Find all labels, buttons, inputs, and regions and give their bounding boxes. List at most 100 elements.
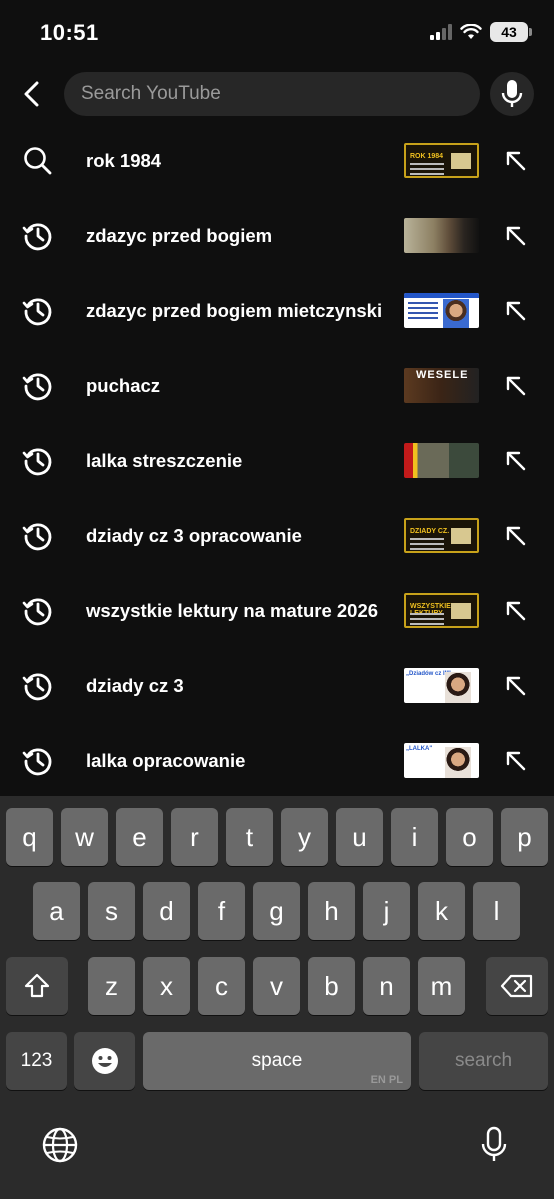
fill-query-arrow-icon[interactable]: [500, 445, 532, 477]
status-bar: 10:51 43: [0, 0, 554, 64]
key-j[interactable]: j: [363, 882, 410, 940]
numbers-key[interactable]: 123: [6, 1032, 67, 1090]
fill-query-arrow-icon[interactable]: [500, 595, 532, 627]
search-key[interactable]: search: [419, 1032, 548, 1090]
suggestion-thumbnail: [404, 218, 479, 253]
key-c[interactable]: c: [198, 957, 245, 1015]
key-h[interactable]: h: [308, 882, 355, 940]
fill-query-arrow-icon[interactable]: [500, 670, 532, 702]
key-k[interactable]: k: [418, 882, 465, 940]
key-a[interactable]: a: [33, 882, 80, 940]
emoji-icon: [91, 1048, 118, 1074]
suggestion-list: rok 1984 ROK 1984 zdazyc przed bogiem zd…: [0, 123, 554, 798]
key-z[interactable]: z: [88, 957, 135, 1015]
globe-key[interactable]: [40, 1125, 80, 1165]
key-e[interactable]: e: [116, 808, 163, 866]
key-l[interactable]: l: [473, 882, 520, 940]
key-o[interactable]: o: [446, 808, 493, 866]
suggestion-text: dziady cz 3: [86, 674, 184, 696]
history-icon: [22, 370, 54, 402]
suggestion-thumbnail: [404, 443, 479, 478]
fill-query-arrow-icon[interactable]: [500, 295, 532, 327]
suggestion-text: puchacz: [86, 374, 161, 396]
search-input[interactable]: [81, 83, 480, 105]
key-f[interactable]: f: [198, 882, 245, 940]
shift-icon: [24, 973, 50, 998]
status-time: 10:51: [40, 20, 99, 45]
battery-indicator: 43: [490, 22, 532, 42]
history-icon: [22, 445, 54, 477]
backspace-key[interactable]: [486, 957, 548, 1015]
language-label: EN PL: [370, 1074, 403, 1086]
suggestion-thumbnail: [404, 293, 479, 328]
key-v[interactable]: v: [253, 957, 300, 1015]
key-n[interactable]: n: [363, 957, 410, 1015]
history-icon: [22, 745, 54, 777]
key-u[interactable]: u: [336, 808, 383, 866]
history-icon: [22, 220, 54, 252]
battery-level: 43: [501, 24, 517, 40]
suggestion-item[interactable]: dziady cz 3 opracowanie DZIADY CZ. III: [0, 498, 554, 573]
key-m[interactable]: m: [418, 957, 465, 1015]
fill-query-arrow-icon[interactable]: [500, 745, 532, 777]
key-s[interactable]: s: [88, 882, 135, 940]
shift-key[interactable]: [6, 957, 68, 1015]
dictation-key[interactable]: [474, 1125, 514, 1165]
suggestion-text: lalka opracowanie: [86, 749, 246, 771]
key-w[interactable]: w: [61, 808, 108, 866]
key-d[interactable]: d: [143, 882, 190, 940]
suggestion-text: rok 1984: [86, 149, 162, 171]
suggestion-text: zdazyc przed bogiem mietczynski: [86, 299, 383, 321]
suggestion-text: dziady cz 3 opracowanie: [86, 524, 302, 546]
suggestion-thumbnail: ROK 1984: [404, 143, 479, 178]
fill-query-arrow-icon[interactable]: [500, 370, 532, 402]
suggestion-item[interactable]: zdazyc przed bogiem mietczynski: [0, 273, 554, 348]
microphone-icon: [481, 1126, 507, 1161]
back-button[interactable]: [14, 76, 50, 112]
suggestion-item[interactable]: zdazyc przed bogiem: [0, 198, 554, 273]
suggestion-item[interactable]: dziady cz 3 „Dziadów cz III": [0, 648, 554, 723]
space-label: space: [251, 1050, 303, 1071]
status-icons: 43: [430, 22, 532, 42]
backspace-icon: [500, 974, 533, 998]
suggestion-item[interactable]: rok 1984 ROK 1984: [0, 123, 554, 198]
suggestion-text: lalka streszczenie: [86, 449, 243, 471]
search-box[interactable]: [64, 72, 480, 116]
suggestion-thumbnail: WESELE: [404, 368, 479, 403]
thumbnail-title: ROK 1984: [410, 153, 444, 160]
fill-query-arrow-icon[interactable]: [500, 520, 532, 552]
history-icon: [22, 595, 54, 627]
signal-icon: [430, 24, 452, 40]
thumbnail-title: „LALKA": [406, 746, 433, 752]
thumbnail-title: DZIADY CZ. III: [410, 528, 457, 535]
key-r[interactable]: r: [171, 808, 218, 866]
suggestion-thumbnail: „Dziadów cz III": [404, 668, 479, 703]
voice-search-button[interactable]: [490, 72, 534, 116]
key-x[interactable]: x: [143, 957, 190, 1015]
microphone-icon: [501, 80, 523, 107]
suggestion-item[interactable]: lalka streszczenie: [0, 423, 554, 498]
key-g[interactable]: g: [253, 882, 300, 940]
emoji-key[interactable]: [74, 1032, 135, 1090]
suggestion-item[interactable]: lalka opracowanie „LALKA": [0, 723, 554, 798]
history-icon: [22, 520, 54, 552]
space-key[interactable]: space EN PL: [143, 1032, 411, 1090]
wifi-icon: [460, 24, 482, 39]
fill-query-arrow-icon[interactable]: [500, 220, 532, 252]
suggestion-thumbnail: „LALKA": [404, 743, 479, 778]
key-t[interactable]: t: [226, 808, 273, 866]
history-icon: [22, 295, 54, 327]
suggestion-text: zdazyc przed bogiem: [86, 224, 273, 246]
globe-icon: [42, 1127, 78, 1163]
key-y[interactable]: y: [281, 808, 328, 866]
suggestion-thumbnail: DZIADY CZ. III: [404, 518, 479, 553]
key-b[interactable]: b: [308, 957, 355, 1015]
suggestion-item[interactable]: wszystkie lektury na mature 2026 WSZYSTK…: [0, 573, 554, 648]
fill-query-arrow-icon[interactable]: [500, 145, 532, 177]
key-i[interactable]: i: [391, 808, 438, 866]
key-p[interactable]: p: [501, 808, 548, 866]
suggestion-thumbnail: WSZYSTKIE LEKTURY: [404, 593, 479, 628]
key-q[interactable]: q: [6, 808, 53, 866]
suggestion-item[interactable]: puchacz WESELE: [0, 348, 554, 423]
suggestion-text: wszystkie lektury na mature 2026: [86, 599, 379, 621]
